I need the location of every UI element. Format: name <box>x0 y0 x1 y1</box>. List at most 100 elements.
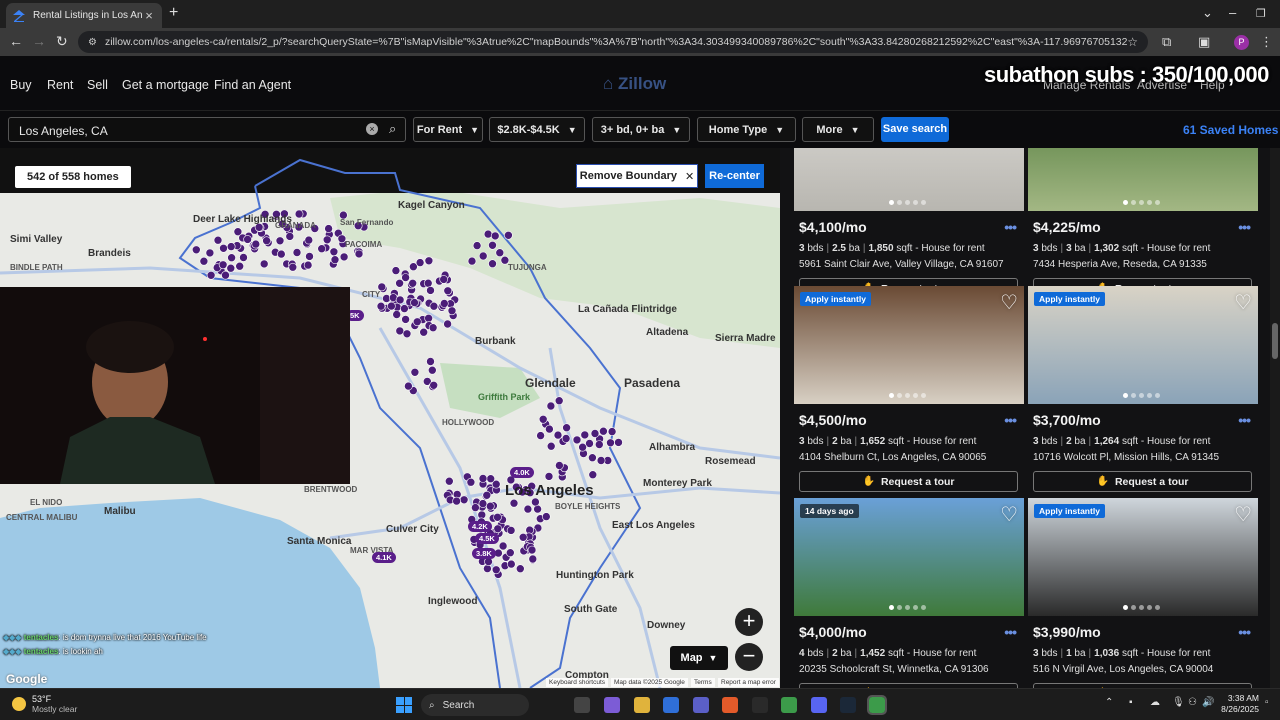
listing-marker[interactable] <box>395 279 404 288</box>
menu-kebab-icon[interactable]: ⋮ <box>1260 34 1273 50</box>
microphone-icon[interactable]: 🎙 <box>1172 697 1185 708</box>
listing-marker[interactable] <box>599 426 608 436</box>
listing-marker[interactable] <box>493 524 503 534</box>
listing-card[interactable]: $4,225/mo ••• 3 bds | 3 ba | 1,302 sqft - Hous… <box>1028 148 1258 299</box>
listing-marker[interactable] <box>259 259 269 269</box>
copilot-icon[interactable] <box>604 697 620 713</box>
tray-chevron-icon[interactable]: ⌃ <box>1105 697 1113 708</box>
listing-marker[interactable] <box>471 503 480 512</box>
listing-marker[interactable] <box>485 501 495 511</box>
more-options-icon[interactable]: ••• <box>1004 624 1017 640</box>
listing-marker[interactable] <box>392 310 402 319</box>
profile-avatar[interactable]: P <box>1234 35 1249 50</box>
listing-marker[interactable] <box>221 270 230 280</box>
more-options-icon[interactable]: ••• <box>1238 624 1251 640</box>
listing-marker[interactable] <box>400 304 409 313</box>
listing-address[interactable]: 20235 Schoolcraft St, Winnetka, CA 91306 <box>799 664 989 675</box>
listing-photo[interactable]: Apply instantly ♡ <box>1028 498 1258 616</box>
listing-marker[interactable] <box>213 235 223 245</box>
heart-icon[interactable]: ♡ <box>1234 502 1252 527</box>
listing-marker[interactable] <box>239 253 248 262</box>
app-icon[interactable] <box>752 697 768 713</box>
listing-address[interactable]: 5961 Saint Clair Ave, Valley Village, CA… <box>799 259 1004 270</box>
listing-marker[interactable] <box>428 323 438 332</box>
search-icon[interactable]: ⌕ <box>389 121 396 137</box>
listing-marker[interactable] <box>546 401 556 411</box>
listing-marker[interactable] <box>243 235 252 244</box>
listing-marker[interactable] <box>590 429 600 438</box>
request-tour-button[interactable]: ✋ Request a tour <box>799 471 1018 492</box>
listing-marker[interactable] <box>317 244 327 253</box>
site-info-icon[interactable]: ⚙ <box>88 37 97 48</box>
notifications-icon[interactable]: ▫ <box>1265 697 1269 708</box>
for-rent-dropdown[interactable]: For Rent ▼ <box>413 117 483 142</box>
more-dropdown[interactable]: More ▼ <box>802 117 874 142</box>
listing-address[interactable]: 4104 Shelburn Ct, Los Angeles, CA 90065 <box>799 452 986 463</box>
price-pin[interactable]: 3.8K <box>472 548 496 559</box>
listing-photo[interactable] <box>1028 148 1258 211</box>
nav-mortgage[interactable]: Get a mortgage <box>122 78 209 92</box>
listing-marker[interactable] <box>285 232 295 241</box>
recenter-button[interactable]: Re-center <box>705 164 764 188</box>
teams-icon[interactable] <box>693 697 709 713</box>
discord-icon[interactable] <box>811 697 827 713</box>
listing-marker[interactable] <box>538 414 548 424</box>
remove-boundary-button[interactable]: Remove Boundary ✕ <box>576 164 698 188</box>
listing-marker[interactable] <box>495 248 505 257</box>
listing-marker[interactable] <box>426 286 435 295</box>
extensions-icon[interactable]: ⧉ <box>1162 34 1171 50</box>
saved-homes-link[interactable]: 61 Saved Homes <box>1183 123 1278 137</box>
listing-marker[interactable] <box>199 256 209 266</box>
more-options-icon[interactable]: ••• <box>1004 412 1017 428</box>
browser-tab[interactable]: Rental Listings in Los Angeles C × <box>6 3 162 28</box>
listing-marker[interactable] <box>561 434 571 443</box>
listing-marker[interactable] <box>607 427 617 436</box>
network-icon[interactable]: ⚇ <box>1188 697 1197 708</box>
listing-marker[interactable] <box>276 249 286 259</box>
listing-marker[interactable] <box>439 299 449 308</box>
listings-scrollbar[interactable] <box>1270 148 1280 688</box>
listing-marker[interactable] <box>505 548 515 558</box>
listing-marker[interactable] <box>205 248 215 258</box>
listing-marker[interactable] <box>498 541 508 551</box>
listing-marker[interactable] <box>424 314 433 323</box>
listing-marker[interactable] <box>429 301 439 311</box>
listing-marker[interactable] <box>536 431 545 440</box>
address-bar[interactable]: ⚙ zillow.com/los-angeles-ca/rentals/2_p/… <box>78 31 1148 53</box>
listing-marker[interactable] <box>509 498 519 508</box>
listing-marker[interactable] <box>305 252 314 261</box>
listing-marker[interactable] <box>304 235 314 245</box>
listing-marker[interactable] <box>541 512 551 521</box>
more-options-icon[interactable]: ••• <box>1238 412 1251 428</box>
tab-search-icon[interactable]: ⌄ <box>1202 5 1213 21</box>
listing-marker[interactable] <box>478 474 488 483</box>
listing-marker[interactable] <box>588 470 598 480</box>
reload-icon[interactable]: ↻ <box>56 33 68 50</box>
listing-marker[interactable] <box>294 209 304 219</box>
listing-marker[interactable] <box>329 247 339 257</box>
listing-marker[interactable] <box>415 258 425 267</box>
listing-marker[interactable] <box>251 239 261 249</box>
zoom-out-button[interactable]: − <box>735 643 763 671</box>
bookmark-star-icon[interactable]: ☆ <box>1127 35 1138 49</box>
heart-icon[interactable]: ♡ <box>1000 290 1018 315</box>
listing-marker[interactable] <box>515 564 525 574</box>
listing-address[interactable]: 10716 Wolcott Pl, Mission Hills, CA 9134… <box>1033 452 1219 463</box>
listing-marker[interactable] <box>544 472 554 481</box>
nav-rent[interactable]: Rent <box>47 78 73 92</box>
listing-marker[interactable] <box>339 252 349 262</box>
listing-marker[interactable] <box>401 273 410 282</box>
windows-start-icon[interactable] <box>396 697 412 713</box>
new-tab-button[interactable]: + <box>169 4 178 22</box>
listing-address[interactable]: 7434 Hesperia Ave, Reseda, CA 91335 <box>1033 259 1207 270</box>
listing-marker[interactable] <box>614 438 623 447</box>
report-map-error-link[interactable]: Report a map error <box>718 678 779 687</box>
price-pin[interactable]: 4.1K <box>372 552 396 563</box>
zillow-logo[interactable]: ⌂ Zillow <box>603 74 666 94</box>
listing-marker[interactable] <box>594 440 604 449</box>
listing-marker[interactable] <box>555 461 564 470</box>
listing-marker[interactable] <box>439 275 449 284</box>
listing-marker[interactable] <box>262 236 271 245</box>
listing-marker[interactable] <box>444 476 454 486</box>
listing-marker[interactable] <box>452 496 461 506</box>
